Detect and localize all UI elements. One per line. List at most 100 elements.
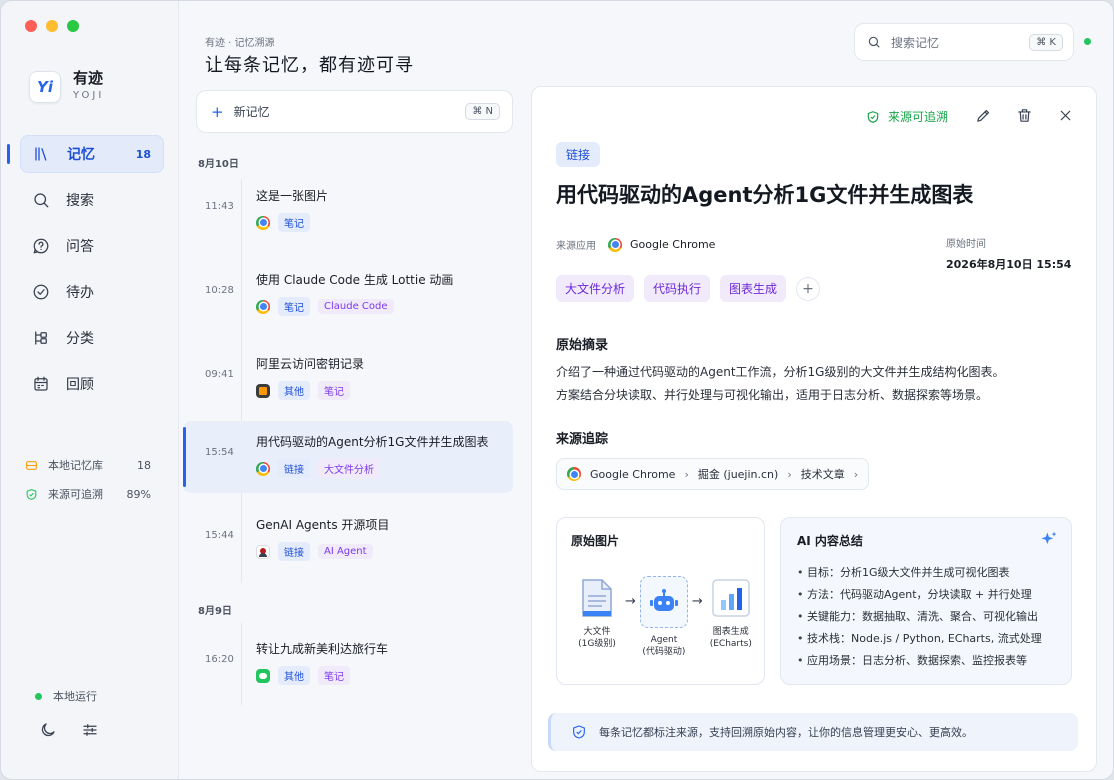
new-memory-label: 新记忆 [233,105,270,119]
stat-value: 89% [126,487,151,501]
entry-title: GenAI Agents 开源项目 [256,518,390,532]
check-circle-icon [33,284,49,300]
summary-item: 技术栈：Node.js / Python, ECharts, 流式处理 [797,628,1042,650]
page-title: 让每条记忆，都有迹可寻 [205,55,414,76]
original-image-card[interactable]: 原始图片 大文件 (1G级别) → Agent (代码驱动) → 图表生成 (E… [556,517,765,685]
nav-item-category[interactable]: 分类 [20,319,164,357]
info-banner-text: 每条记忆都标注来源，支持回溯原始内容，让你的信息管理更安心、更高效。 [599,726,973,739]
entry-tag[interactable]: AI Agent [318,544,373,559]
entry-tags: 链接 大文件分析 [256,459,380,478]
entry-tags: 其他 笔记 [256,381,350,400]
memory-tag[interactable]: 代码执行 [644,275,711,302]
entry-title: 使用 Claude Code 生成 Lottie 动画 [256,273,454,287]
entry-time: 11:43 [205,201,234,212]
add-tag-button[interactable]: + [796,276,821,301]
source-app-name: Google Chrome [630,238,716,251]
source-app: 来源应用 Google Chrome [556,237,715,252]
flow-node: Agent (代码驱动) [638,576,690,658]
excerpt-line: 方案结合分块读取、并行处理与可视化输出，适用于日志分析、数据探索等场景。 [556,388,989,402]
stat-traceable: 来源可追溯 89% [25,486,151,502]
bar-chart-icon [709,576,753,620]
nav-label: 问答 [66,239,94,255]
trace-step[interactable]: 掘金 (juejin.cn) [698,466,778,482]
calendar-icon [34,376,48,391]
memory-tags: 大文件分析 代码执行 图表生成 + [556,275,821,302]
trace-step[interactable]: 技术文章 [801,466,845,482]
excerpt-line: 介绍了一种通过代码驱动的Agent工作流，分析1G级别的大文件并生成结构化图表。 [556,365,1005,379]
memory-detail-panel: 来源可追溯 链接 用代码驱动的Agent分析1G文件并生成图表 来源应用 Goo… [531,86,1097,772]
moon-icon [41,723,55,737]
entry-tag[interactable]: 链接 [278,542,310,561]
timeline-entry[interactable]: 10:28 使用 Claude Code 生成 Lottie 动画 笔记 Cla… [183,259,513,331]
entry-tag[interactable]: 大文件分析 [318,459,380,478]
original-time: 原始时间 2026年8月10日 15:54 [946,235,1071,272]
close-button[interactable] [1057,107,1075,125]
info-banner: 每条记忆都标注来源，支持回溯原始内容，让你的信息管理更安心、更高效。 [548,713,1078,751]
nav-item-qa[interactable]: 问答 [20,227,164,265]
entry-tags: 链接 AI Agent [256,542,373,561]
node-label: 图表生成 [712,627,749,637]
settings-button[interactable] [81,721,101,741]
chevron-right-icon: › [787,467,792,481]
entry-tag[interactable]: Claude Code [318,299,394,314]
node-label: Agent [650,635,678,645]
chevron-right-icon: › [853,467,859,481]
status-label: 本地运行 [53,690,97,703]
card-heading: 原始图片 [571,534,620,548]
timeline-entry[interactable]: 16:20 转让九成新美利达旅行车 其他 笔记 [183,628,513,700]
theme-toggle-button[interactable] [39,721,59,741]
breadcrumb: 有迹 · 记忆溯源 [205,38,275,49]
node-label: 大文件 [583,627,611,637]
sidebar: Yi 有迹 YOJI 记忆 18 搜索 问答 待办 分类 回顾 本地记忆库 18… [1,1,179,779]
stat-label: 来源可追溯 [48,488,103,501]
delete-button[interactable] [1016,107,1034,125]
entry-tag[interactable]: 其他 [278,381,310,400]
nav-item-search[interactable]: 搜索 [20,181,164,219]
timeline-entry-selected[interactable]: 15:54 用代码驱动的Agent分析1G文件并生成图表 链接 大文件分析 [183,421,513,493]
entry-tag[interactable]: 笔记 [318,381,350,400]
flow-diagram: 大文件 (1G级别) → Agent (代码驱动) → 图表生成 (ECharts) [571,576,757,658]
memory-title: 用代码驱动的Agent分析1G文件并生成图表 [556,183,974,207]
entry-tag[interactable]: 链接 [278,459,310,478]
ai-summary-card: AI 内容总结 目标：分析1G级大文件并生成可视化图表 方法：代码驱动Agent… [780,517,1072,685]
nav-item-review[interactable]: 回顾 [20,365,164,403]
memory-type-tag[interactable]: 链接 [556,142,601,167]
chevron-right-icon: › [684,467,689,481]
shield-check-icon [867,110,879,123]
close-window-button[interactable] [25,20,37,32]
minimize-window-button[interactable] [46,20,58,32]
timeline-date: 8月10日 [198,159,239,170]
source-trace-path: Google Chrome › 掘金 (juejin.cn) › 技术文章 › [556,458,870,490]
memory-tag[interactable]: 图表生成 [720,275,787,302]
entry-tag[interactable]: 笔记 [278,213,310,232]
entry-tag[interactable]: 笔记 [318,666,350,685]
timeline-entry[interactable]: 11:43 这是一张图片 笔记 [183,175,513,247]
shield-check-icon [573,725,585,739]
sliders-icon [83,724,97,736]
trace-step[interactable]: Google Chrome [590,468,675,481]
zoom-window-button[interactable] [67,20,79,32]
question-icon [33,238,49,254]
summary-item: 目标：分析1G级大文件并生成可视化图表 [797,562,1042,584]
search-input[interactable]: 搜索记忆 [891,34,939,51]
entry-tag[interactable]: 其他 [278,666,310,685]
nav-item-memory[interactable]: 记忆 18 [7,135,164,173]
nav-label: 分类 [66,331,94,347]
summary-item: 方法：代码驱动Agent，分块读取 + 并行处理 [797,584,1042,606]
file-icon [575,576,619,620]
entry-tag[interactable]: 笔记 [278,297,310,316]
search-bar[interactable]: 搜索记忆 ⌘ K [854,23,1074,61]
flow-node: 图表生成 (ECharts) [705,576,757,650]
timeline-entry[interactable]: 15:44 GenAI Agents 开源项目 链接 AI Agent [183,504,513,576]
app-name-en: YOJI [73,90,105,101]
nav-count: 18 [135,147,151,161]
memory-tag[interactable]: 大文件分析 [556,275,635,302]
timeline-entry[interactable]: 09:41 阿里云访问密钥记录 其他 笔记 [183,343,513,415]
search-icon [868,36,880,48]
nav-label: 记忆 [67,147,95,163]
edit-button[interactable] [975,107,993,125]
nav-item-todo[interactable]: 待办 [20,273,164,311]
chrome-icon [256,461,270,476]
new-memory-button[interactable]: + 新记忆 ⌘ N [196,90,513,133]
entry-time: 10:28 [205,285,234,296]
